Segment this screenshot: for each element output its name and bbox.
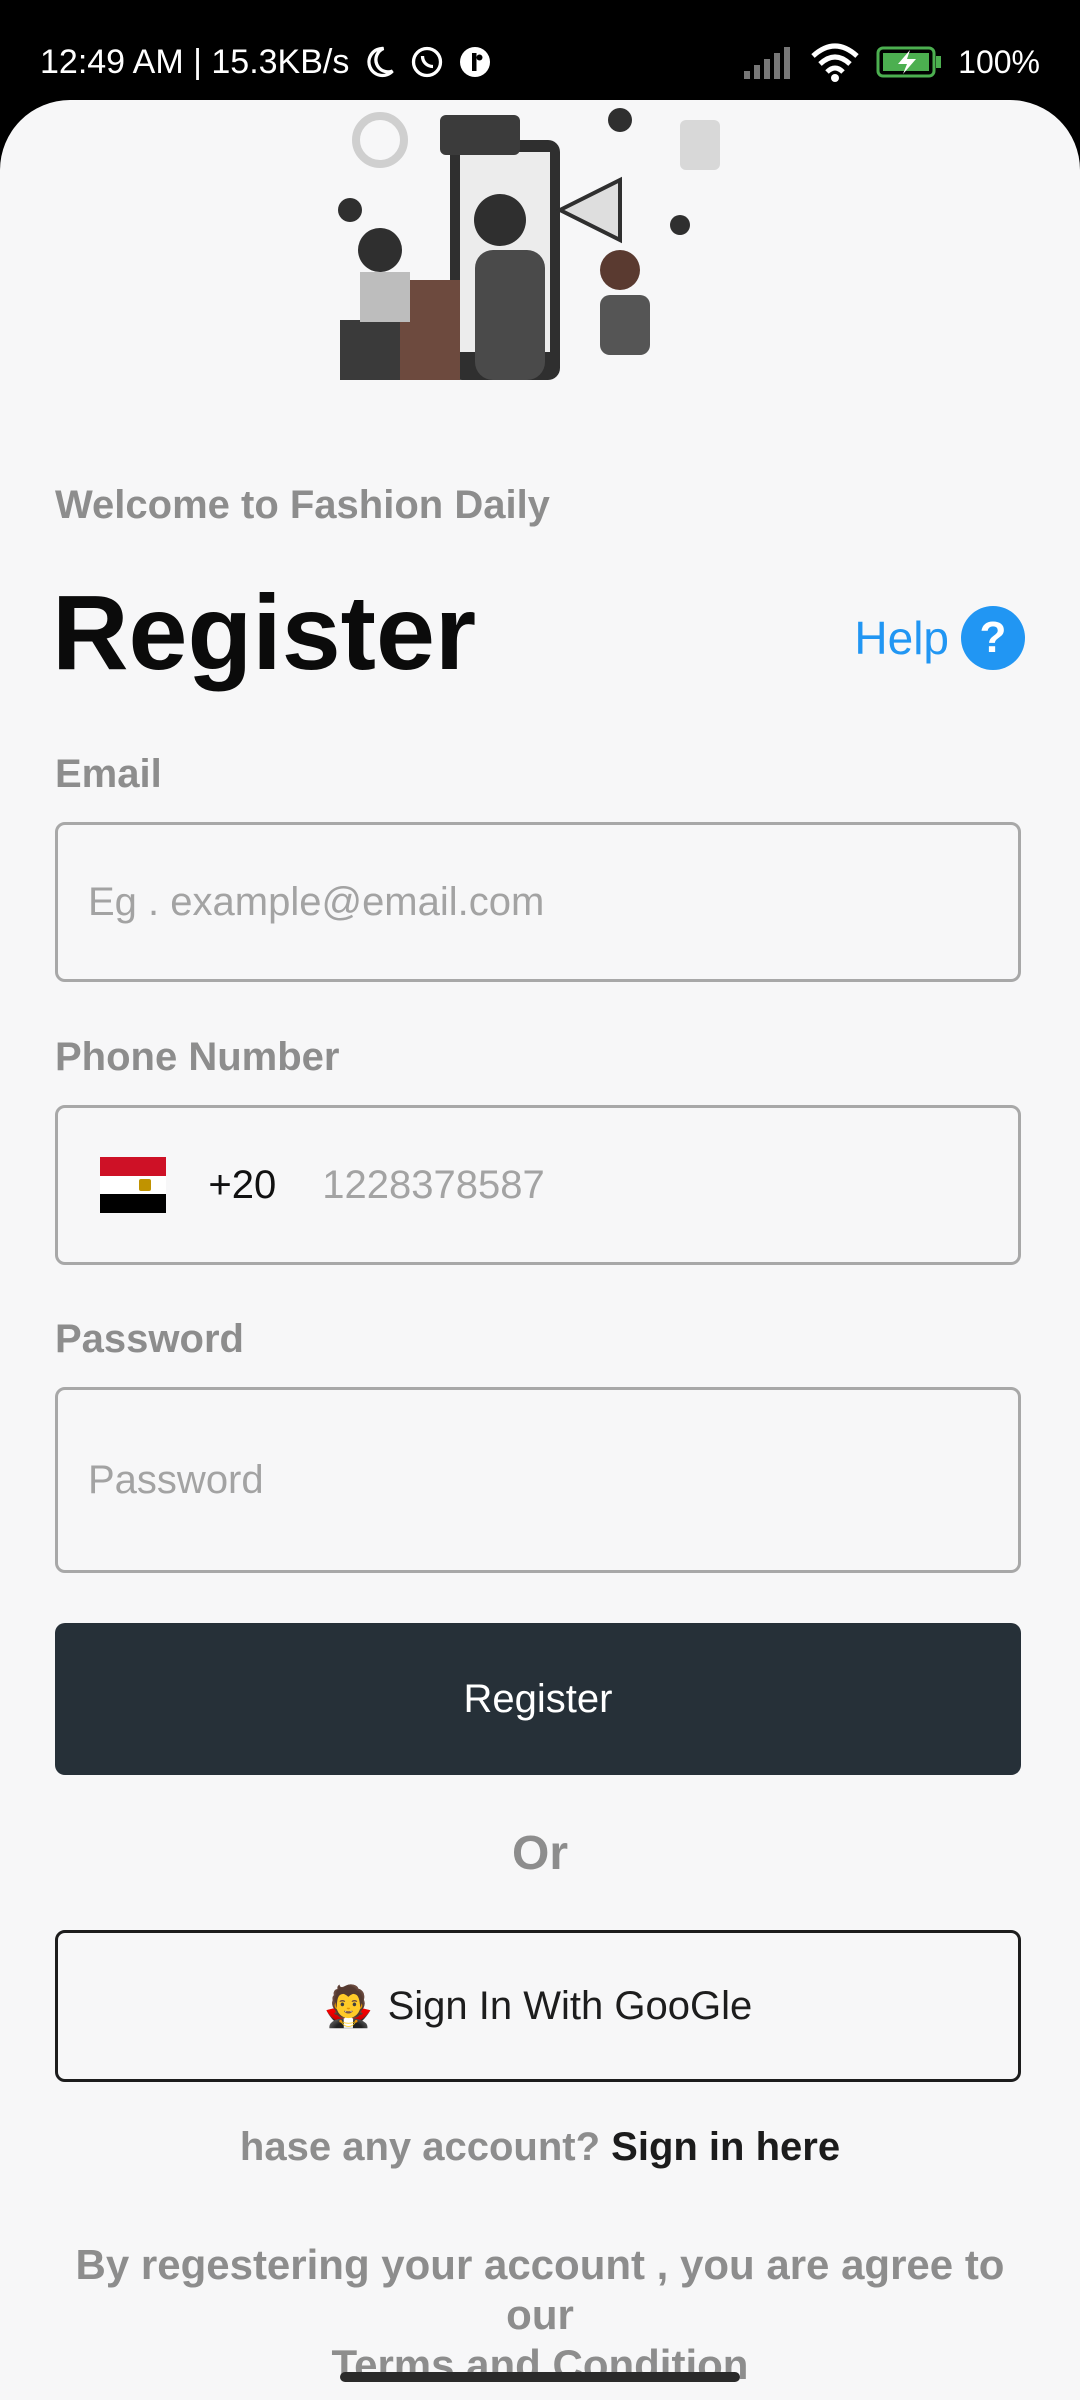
password-label: Password (55, 1317, 244, 1361)
help-question-icon: ? (961, 606, 1025, 670)
or-divider: Or (511, 1827, 568, 1880)
status-time: 12:49 AM | 15.3KB/s (40, 43, 350, 81)
gesture-nav-bar[interactable] (340, 2372, 740, 2382)
account-prompt: hase any account? (239, 2125, 601, 2169)
help-button[interactable]: Help ? (854, 606, 1025, 670)
app-notification-icon (460, 47, 491, 77)
dial-code[interactable]: +20 (208, 1163, 276, 1208)
battery-percent: 100% (958, 44, 1040, 80)
account-prompt-line: hase any account? Sign in here (0, 2125, 1080, 2170)
google-sign-in-label: Sign In With GooGle (387, 1983, 753, 2028)
terms-text: By regestering your account , you are ag… (40, 2240, 1040, 2390)
google-sign-in-button[interactable]: 🧛 Sign In With GooGle (55, 1930, 1021, 2082)
phone-input[interactable] (294, 1108, 1018, 1262)
vampire-icon: 🧛 (323, 1984, 374, 2029)
phone-label: Phone Number (55, 1035, 340, 1079)
terms-link[interactable]: Terms and Condition (40, 2340, 1040, 2390)
password-input[interactable] (58, 1390, 1018, 1570)
register-screen: Welcome to Fashion Daily Register Help ?… (0, 100, 1080, 2400)
status-right: 100% (744, 42, 1040, 82)
wifi-icon (811, 43, 859, 82)
page-title: Register (52, 574, 477, 692)
email-input[interactable] (58, 825, 1018, 979)
terms-line-1: By regestering your account , you are ag… (75, 2241, 1005, 2338)
battery-charging-icon (876, 46, 942, 78)
email-label: Email (55, 752, 162, 796)
sign-in-link[interactable]: Sign in here (611, 2125, 840, 2169)
phone-field: +20 (55, 1105, 1021, 1265)
status-left: 12:49 AM | 15.3KB/s (40, 42, 493, 82)
moon-icon (367, 46, 395, 78)
password-field (55, 1387, 1021, 1573)
hero-illustration (338, 108, 720, 380)
signal-icon (744, 47, 791, 79)
help-label: Help (854, 612, 949, 664)
register-button[interactable]: Register (55, 1623, 1021, 1775)
whatsapp-icon (412, 46, 443, 78)
email-field (55, 822, 1021, 982)
welcome-text: Welcome to Fashion Daily (55, 483, 550, 527)
egypt-flag-icon[interactable] (100, 1157, 167, 1214)
